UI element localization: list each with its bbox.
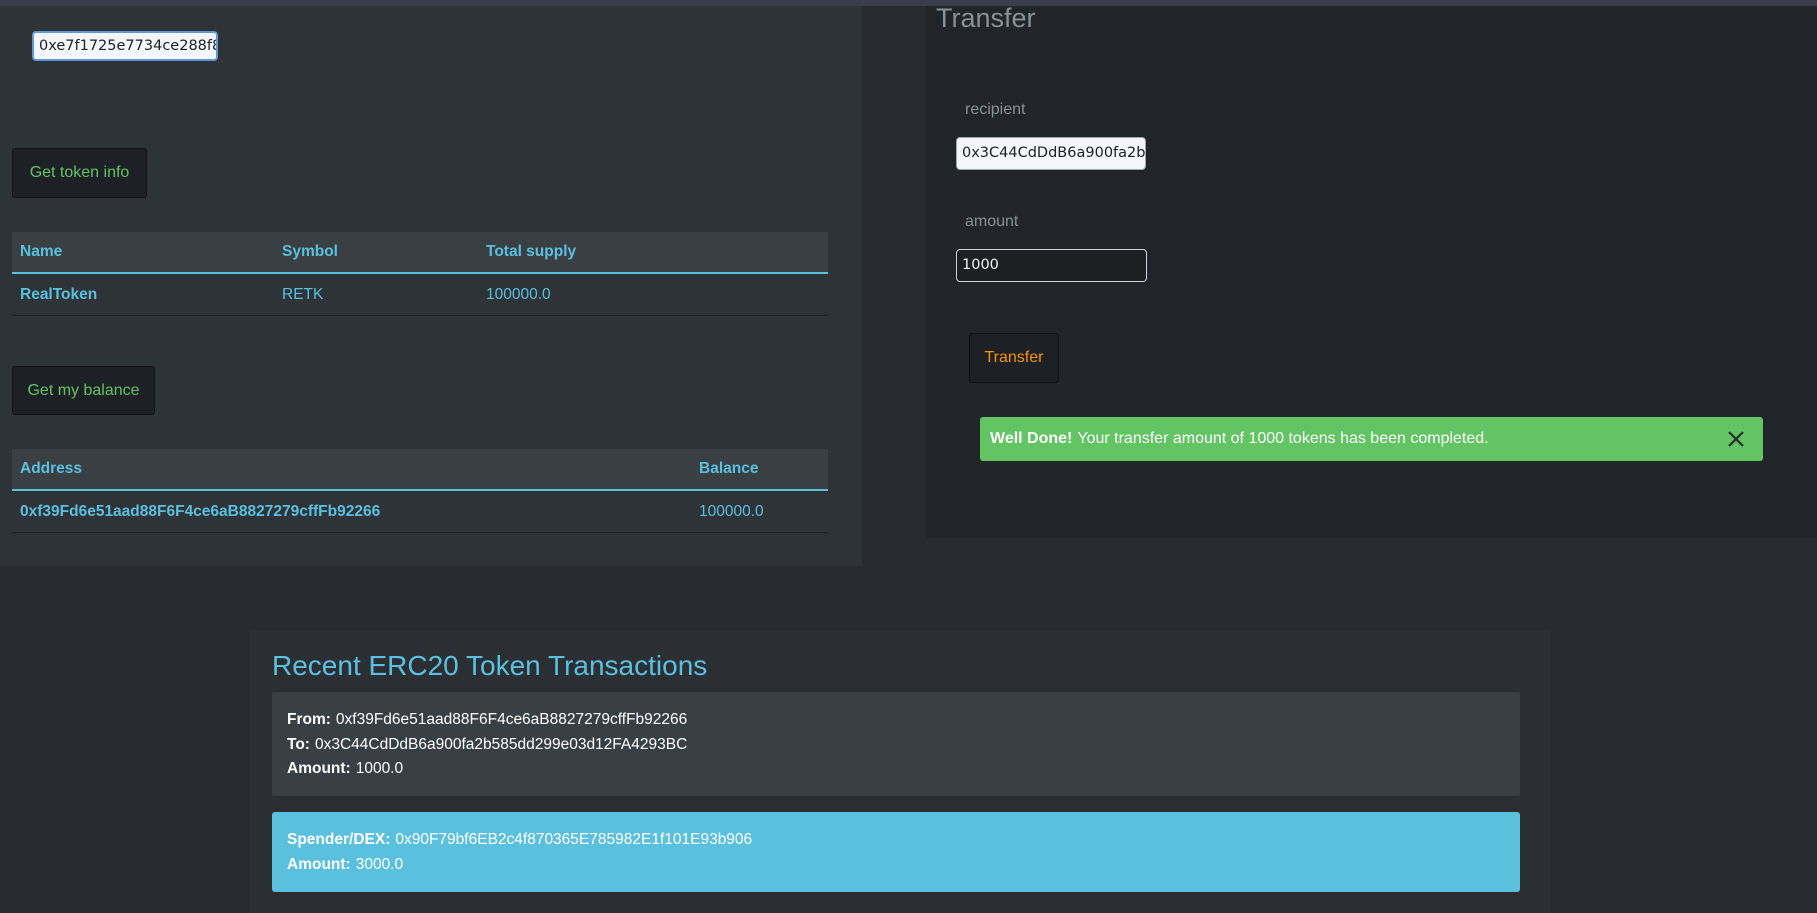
amount-label: amount [965,213,1019,230]
token-symbol-cell: RETK [274,273,478,316]
get-my-balance-button[interactable]: Get my balance [12,366,155,415]
approval-amount-value: 3000.0 [355,855,404,873]
close-icon[interactable] [1723,426,1749,452]
table-row: 0xf39Fd6e51aad88F6F4ce6aB8827279cffFb922… [12,490,828,533]
column-header-name: Name [12,232,274,274]
tx-to-line: To: 0x3C44CdDdB6a900fa2b585dd299e03d12FA4… [287,733,1505,758]
recent-transactions-title: Recent ERC20 Token Transactions [272,650,708,681]
table-header-row: Name Symbol Total supply [12,232,828,274]
column-header-symbol: Symbol [274,232,478,274]
balance-address-cell: 0xf39Fd6e51aad88F6F4ce6aB8827279cffFb922… [12,490,691,533]
amount-input[interactable]: 1000 [956,249,1147,282]
column-header-address: Address [12,449,691,491]
tx-from-line: From: 0xf39Fd6e51aad88F6F4ce6aB8827279cff… [287,708,1505,733]
approval-spender-value: 0x90F79bf6EB2c4f870365E785982E1f101E93b9… [395,831,753,848]
column-header-balance: Balance [691,449,828,491]
recipient-label: recipient [965,101,1026,118]
balance-table: Address Balance 0xf39Fd6e51aad88F6F4ce6a… [12,449,828,533]
tx-amount-value: 1000.0 [355,760,404,777]
tx-amount-line: Amount: 1000.0 [287,757,1505,782]
balance-value-cell: 100000.0 [691,490,828,533]
transaction-card: From: 0xf39Fd6e51aad88F6F4ce6aB8827279cff… [272,692,1520,796]
column-header-total-supply: Total supply [478,232,828,274]
recipient-input[interactable]: 0x3C44CdDdB6a900fa2b585dd299e03d12FA4293… [956,137,1146,170]
approval-spender-line: Spender/DEX: 0x90F79bf6EB2c4f870365E78598… [287,828,1505,853]
token-name-cell: RealToken [12,273,274,316]
tx-to-value: 0x3C44CdDdB6a900fa2b585dd299e03d12FA4293… [314,735,688,753]
transfer-title: Transfer [936,3,1036,33]
transfer-button[interactable]: Transfer [969,333,1059,383]
token-info-table: Name Symbol Total supply RealToken RETK … [12,232,828,316]
approval-amount-line: Amount: 3000.0 [287,853,1505,878]
alert-strong-text: Well Done! [990,430,1073,447]
tx-from-value: 0xf39Fd6e51aad88F6F4ce6aB8827279cffFb922… [335,711,688,728]
approval-card: Spender/DEX: 0x90F79bf6EB2c4f870365E78598… [272,812,1520,892]
token-address-input[interactable]: 0xe7f1725e7734ce288f8367e1bb143e90bb3f05… [32,31,218,61]
alert-message: Your transfer amount of 1000 tokens has … [1077,430,1489,447]
approval-spender-label: Spender/DEX: [287,831,391,848]
tx-from-label: From: [287,711,331,728]
table-header-row: Address Balance [12,449,828,491]
tx-amount-label: Amount: [287,760,351,777]
approval-amount-label: Amount: [287,855,351,873]
table-row: RealToken RETK 100000.0 [12,273,828,316]
success-alert: Well Done! Your transfer amount of 1000 … [980,417,1763,461]
tx-to-label: To: [287,735,310,753]
token-total-supply-cell: 100000.0 [478,273,828,316]
get-token-info-button[interactable]: Get token info [12,148,147,198]
